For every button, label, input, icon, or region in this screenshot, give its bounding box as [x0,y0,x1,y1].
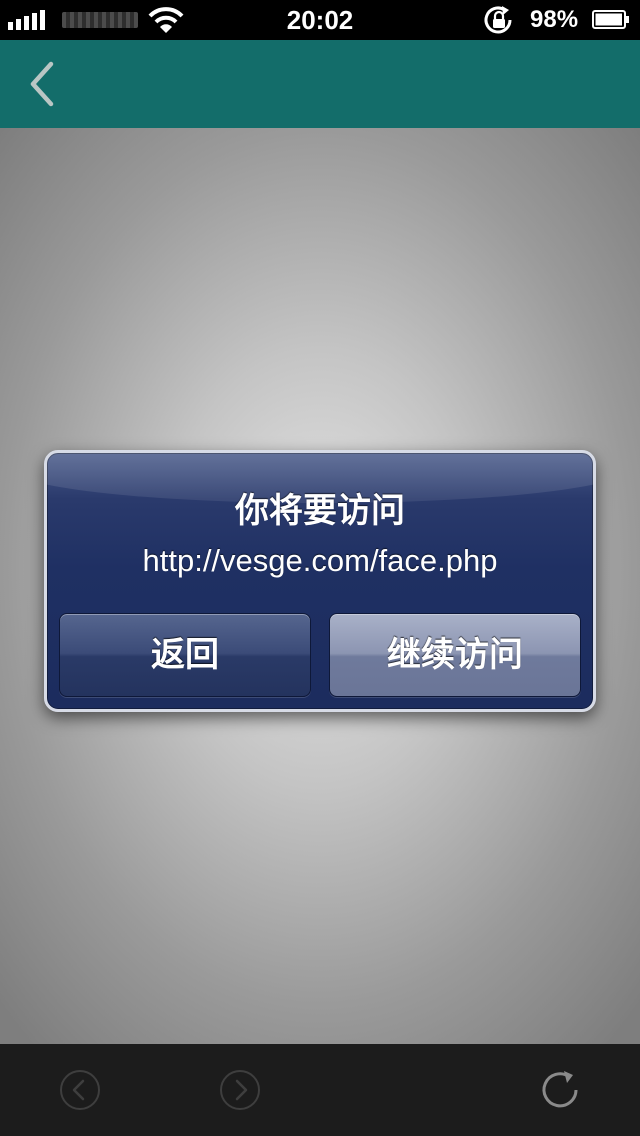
alert-title: 你将要访问 [235,492,405,530]
back-arrow-icon[interactable] [58,1068,102,1112]
browser-screen: 20:02 98% 你将要访问 http://vesge.com/face.ph… [0,0,640,1136]
rotation-lock-icon [484,6,512,34]
status-bar: 20:02 98% [0,0,640,40]
refresh-icon[interactable] [538,1068,582,1112]
chevron-left-icon[interactable] [18,56,68,112]
alert-dialog: 你将要访问 http://vesge.com/face.php 返回 继续访问 [44,450,596,712]
cancel-button[interactable]: 返回 [59,613,311,697]
battery-percent: 98% [530,6,579,33]
continue-visit-button[interactable]: 继续访问 [329,613,581,697]
forward-arrow-icon[interactable] [218,1068,262,1112]
navigation-bar [0,40,640,128]
bottom-toolbar [0,1044,640,1136]
alert-message: http://vesge.com/face.php [142,543,498,578]
battery-icon [592,10,629,29]
